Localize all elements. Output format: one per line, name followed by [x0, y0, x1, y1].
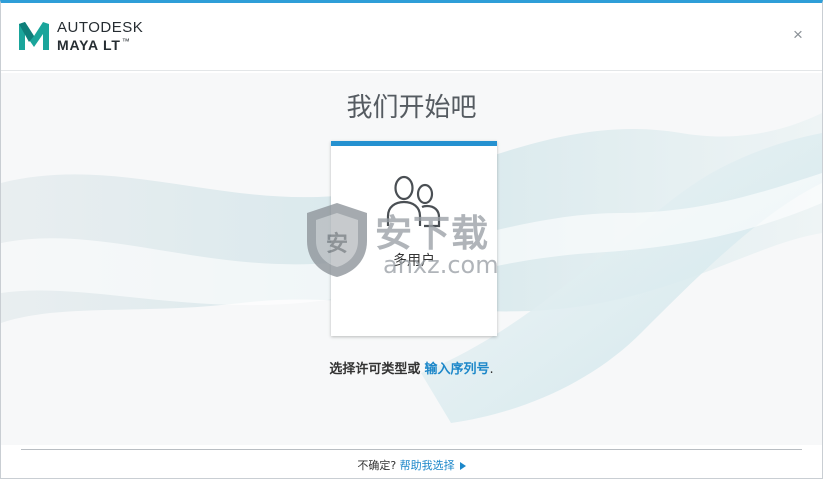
product-name-text: MAYA LT: [57, 37, 121, 53]
license-option-label: 多用户: [393, 253, 435, 269]
footer-divider: [21, 449, 802, 450]
brand-wordmark: AUTODESK MAYA LT™: [57, 20, 143, 52]
trademark-mark: ™: [121, 37, 131, 46]
play-arrow-icon: [459, 462, 466, 470]
login-dialog: AUTODESK MAYA LT™ × 我们开始吧 多用户 安 安下载 anxz…: [0, 0, 823, 479]
help-me-choose-link[interactable]: 帮助我选择: [400, 459, 466, 472]
maya-logo-icon: [19, 22, 49, 50]
users-icon: [386, 175, 441, 228]
choose-suffix-text: .: [489, 362, 494, 377]
page-title: 我们开始吧: [346, 93, 477, 123]
license-option-multi-user[interactable]: 多用户: [331, 141, 497, 336]
enter-serial-number-link[interactable]: 输入序列号: [425, 362, 490, 377]
dialog-header: AUTODESK MAYA LT™ ×: [1, 3, 822, 71]
help-link-label: 帮助我选择: [399, 459, 455, 472]
license-choice-prompt: 选择许可类型或 输入序列号.: [1, 358, 822, 377]
choose-prefix-text: 选择许可类型或: [329, 362, 421, 377]
product-name: MAYA LT™: [57, 37, 143, 53]
company-name: AUTODESK: [57, 19, 144, 36]
help-prompt: 不确定? 帮助我选择: [1, 457, 822, 473]
unsure-text: 不确定?: [357, 459, 397, 472]
close-button[interactable]: ×: [790, 26, 806, 43]
